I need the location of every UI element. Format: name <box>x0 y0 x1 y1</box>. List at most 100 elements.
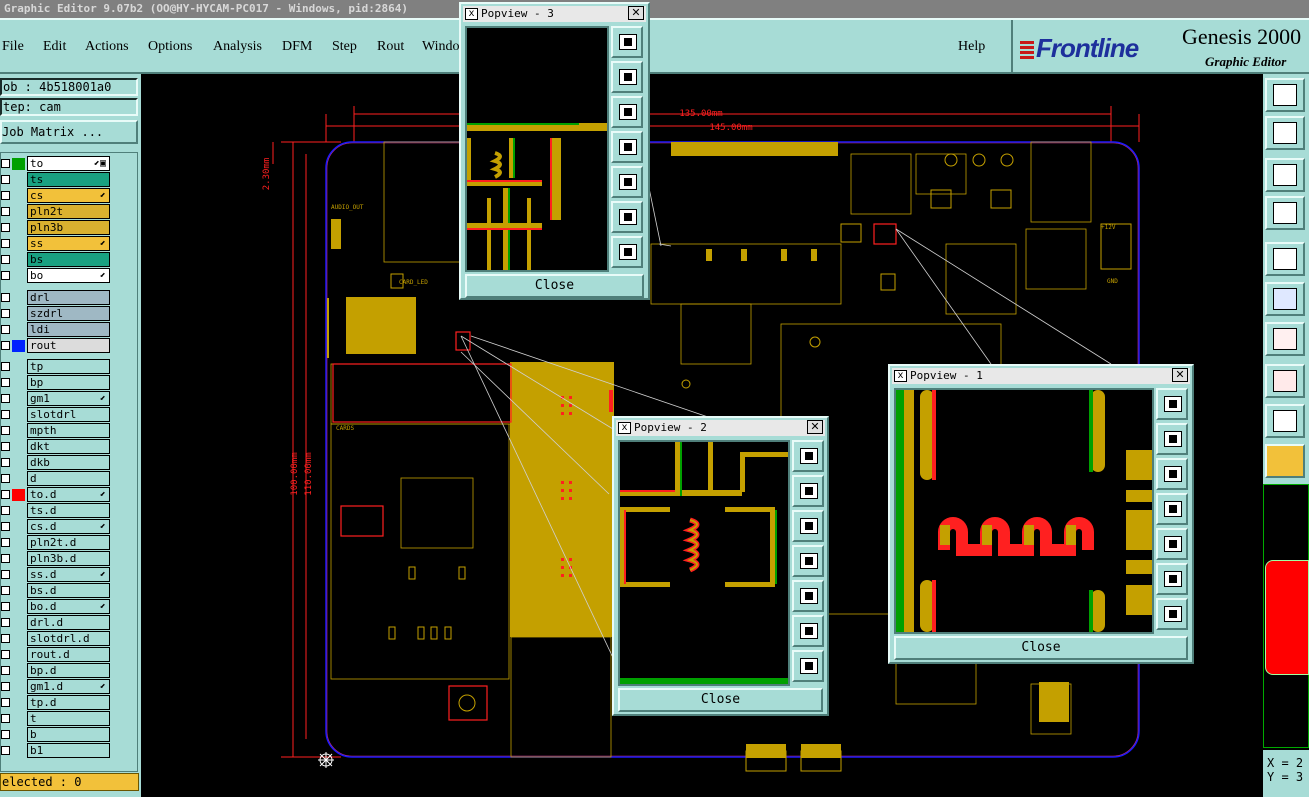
layer-name[interactable]: cs.d ⬋ <box>27 519 110 534</box>
layer-checkbox[interactable] <box>1 714 10 723</box>
layer-name[interactable]: slotdrl.d <box>27 631 110 646</box>
layer-checkbox[interactable] <box>1 378 10 387</box>
layer-name[interactable]: tp <box>27 359 110 374</box>
layer-row[interactable]: t <box>1 711 137 726</box>
select-color-button[interactable] <box>1265 364 1305 398</box>
layer-row[interactable]: cs.d ⬋ <box>1 519 137 534</box>
layer-name[interactable]: bs <box>27 252 110 267</box>
layer-name[interactable]: ss.d ⬋ <box>27 567 110 582</box>
job-matrix-button[interactable]: Job Matrix ... <box>0 120 138 144</box>
zoom-out-button[interactable] <box>1156 458 1188 490</box>
layer-row[interactable]: bp <box>1 375 137 390</box>
menu-analysis[interactable]: Analysis <box>213 39 262 55</box>
popview-2[interactable]: x Popview - 2 ✕ Close <box>612 416 829 716</box>
layer-name[interactable]: drl.d <box>27 615 110 630</box>
pan-left-button[interactable] <box>611 131 643 163</box>
layer-name[interactable]: t <box>27 711 110 726</box>
layer-checkbox[interactable] <box>1 341 10 350</box>
layer-name[interactable]: slotdrl <box>27 407 110 422</box>
popview-3[interactable]: x Popview - 3 ✕ Close <box>459 2 650 300</box>
layer-name[interactable]: d <box>27 471 110 486</box>
layer-checkbox[interactable] <box>1 458 10 467</box>
layer-name[interactable]: drl <box>27 290 110 305</box>
layer-checkbox[interactable] <box>1 293 10 302</box>
layer-name[interactable]: dkb <box>27 455 110 470</box>
layer-name[interactable]: bs.d <box>27 583 110 598</box>
layer-row[interactable]: b <box>1 727 137 742</box>
window-menu-icon[interactable]: x <box>618 422 631 434</box>
layer-name[interactable]: to ⬋▣ <box>27 156 110 171</box>
layer-checkbox[interactable] <box>1 698 10 707</box>
pan-right-button[interactable] <box>1156 528 1188 560</box>
zoom-home-button[interactable] <box>792 440 824 472</box>
layer-checkbox[interactable] <box>1 586 10 595</box>
layer-checkbox[interactable] <box>1 522 10 531</box>
layer-name[interactable]: bo.d ⬋ <box>27 599 110 614</box>
layer-checkbox[interactable] <box>1 554 10 563</box>
zoom-fit-button[interactable] <box>1265 158 1305 192</box>
layer-color-swatch[interactable] <box>12 489 25 501</box>
layer-name[interactable]: bp <box>27 375 110 390</box>
layer-row[interactable]: pln3b <box>1 220 137 235</box>
layer-name[interactable]: rout <box>27 338 110 353</box>
menu-window[interactable]: Windo <box>422 39 460 55</box>
layer-checkbox[interactable] <box>1 666 10 675</box>
zoom-home-button[interactable] <box>611 26 643 58</box>
layer-checkbox[interactable] <box>1 538 10 547</box>
menu-actions[interactable]: Actions <box>85 39 129 55</box>
warning-button[interactable] <box>1265 404 1305 438</box>
popview-1-close-button[interactable]: Close <box>894 636 1188 660</box>
pan-center-button[interactable] <box>792 650 824 682</box>
layer-checkbox[interactable] <box>1 618 10 627</box>
zoom-home-button[interactable] <box>1265 78 1305 112</box>
layer-checkbox[interactable] <box>1 255 10 264</box>
zoom-in-button[interactable] <box>792 475 824 507</box>
layer-name[interactable]: ss ⬋ <box>27 236 110 251</box>
zoom-fit-button[interactable] <box>792 615 824 647</box>
pan-center-button[interactable] <box>1156 598 1188 630</box>
layer-row[interactable]: dkb <box>1 455 137 470</box>
window-menu-icon[interactable]: x <box>894 370 907 382</box>
layer-row[interactable]: ss ⬋ <box>1 236 137 251</box>
menu-dfm[interactable]: DFM <box>282 39 312 55</box>
zoom-in-button[interactable] <box>1156 423 1188 455</box>
layer-row[interactable]: tp <box>1 359 137 374</box>
layer-row[interactable]: drl <box>1 290 137 305</box>
pan-right-button[interactable] <box>611 166 643 198</box>
layer-row[interactable]: ss.d ⬋ <box>1 567 137 582</box>
zoom-in-button[interactable] <box>611 61 643 93</box>
menu-rout[interactable]: Rout <box>377 39 404 55</box>
layer-row[interactable]: b1 <box>1 743 137 758</box>
layer-checkbox[interactable] <box>1 394 10 403</box>
layer-row[interactable]: drl.d <box>1 615 137 630</box>
layer-checkbox[interactable] <box>1 490 10 499</box>
popview-2-view[interactable] <box>618 440 790 686</box>
layer-row[interactable]: ldi <box>1 322 137 337</box>
layer-row[interactable]: pln2t <box>1 204 137 219</box>
popview-1[interactable]: x Popview - 1 ✕ Close <box>888 364 1194 664</box>
layer-row[interactable]: d <box>1 471 137 486</box>
layer-checkbox[interactable] <box>1 650 10 659</box>
pointer-button[interactable] <box>1265 444 1305 478</box>
pan-left-button[interactable] <box>1156 493 1188 525</box>
net-button[interactable] <box>1265 282 1305 316</box>
pan-left-button[interactable] <box>792 545 824 577</box>
layer-checkbox[interactable] <box>1 682 10 691</box>
popview-3-close-icon[interactable]: ✕ <box>628 6 644 20</box>
layer-checkbox[interactable] <box>1 191 10 200</box>
menu-help[interactable]: Help <box>958 39 985 55</box>
layer-row[interactable]: cs ⬋ <box>1 188 137 203</box>
layer-checkbox[interactable] <box>1 223 10 232</box>
layer-checkbox[interactable] <box>1 570 10 579</box>
layer-row[interactable]: bo ⬋ <box>1 268 137 283</box>
layer-checkbox[interactable] <box>1 730 10 739</box>
layer-row[interactable]: pln3b.d <box>1 551 137 566</box>
layer-name[interactable]: b1 <box>27 743 110 758</box>
layer-color-swatch[interactable] <box>12 158 25 170</box>
layer-checkbox[interactable] <box>1 325 10 334</box>
layer-row[interactable]: slotdrl <box>1 407 137 422</box>
menu-step[interactable]: Step <box>332 39 357 55</box>
layer-checkbox[interactable] <box>1 159 10 168</box>
tools-button[interactable] <box>1265 196 1305 230</box>
layer-checkbox[interactable] <box>1 309 10 318</box>
